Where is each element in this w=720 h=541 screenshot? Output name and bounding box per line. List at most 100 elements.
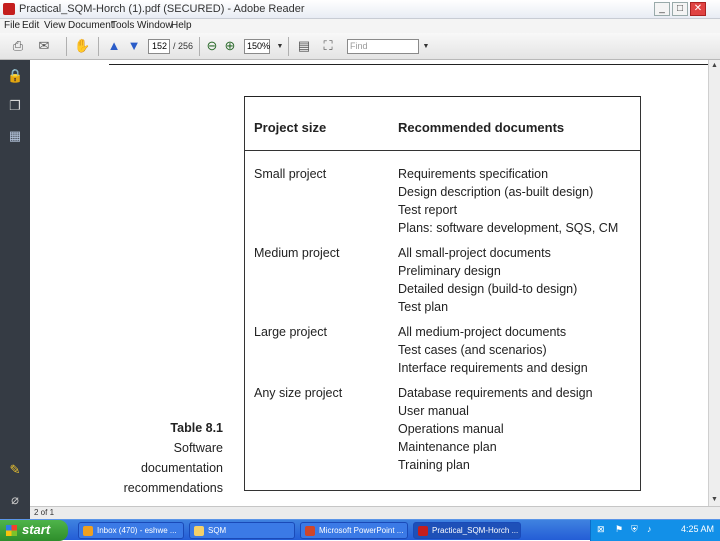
comments-icon[interactable]: ✎ bbox=[7, 462, 23, 478]
doc-item: Requirements specification bbox=[398, 167, 549, 181]
doc-item: Test cases (and scenarios) bbox=[398, 343, 547, 357]
header-recommended-documents: Recommended documents bbox=[398, 120, 565, 135]
caption-line: recommendations bbox=[123, 481, 223, 495]
table-caption: Table 8.1 Software documentation recomme… bbox=[100, 418, 223, 498]
page-top-rule bbox=[109, 64, 708, 65]
attachments-icon[interactable]: ▦ bbox=[7, 128, 23, 144]
window-title: Practical_SQM-Horch (1).pdf (SECURED) - … bbox=[19, 3, 305, 15]
system-tray: ⊠ ⚑ ⛨ ♪ 4:25 AM bbox=[590, 520, 720, 541]
print-icon[interactable]: ⎙ bbox=[10, 38, 26, 54]
navigation-pane: 🔒 ❐ ▦ ✎ ⌀ bbox=[0, 60, 30, 519]
scroll-up-icon[interactable]: ▲ bbox=[709, 60, 720, 72]
recommendations-table: Project size Recommended documents Small… bbox=[244, 96, 641, 491]
row-label-medium: Medium project bbox=[254, 246, 340, 260]
clock: 4:25 AM bbox=[681, 524, 715, 534]
doc-item: Training plan bbox=[398, 458, 470, 472]
menu-file[interactable]: File bbox=[4, 20, 20, 31]
taskbar-item-label: SQM bbox=[208, 526, 227, 535]
taskbar-item-pdf[interactable]: Practical_SQM-Horch ... bbox=[413, 522, 521, 539]
menu-tools[interactable]: Tools bbox=[111, 20, 134, 31]
row-docs-small: Requirements specification Design descri… bbox=[398, 165, 618, 237]
doc-item: Design description (as-built design) bbox=[398, 185, 594, 199]
next-page-icon[interactable]: ▼ bbox=[126, 38, 142, 54]
tray-security-icon[interactable]: ⛨ bbox=[631, 524, 638, 535]
fit-page-icon[interactable]: ▤ bbox=[296, 38, 312, 54]
menu-view[interactable]: View bbox=[44, 20, 66, 31]
doc-item: Database requirements and design bbox=[398, 386, 593, 400]
tray-volume-icon[interactable]: ♪ bbox=[647, 524, 652, 534]
previous-page-icon[interactable]: ▲ bbox=[106, 38, 122, 54]
page-info: 2 of 1 bbox=[34, 508, 55, 517]
doc-item: All small-project documents bbox=[398, 246, 551, 260]
taskbar: start Inbox (470) - eshwe ... SQM Micros… bbox=[0, 519, 720, 541]
full-screen-icon[interactable]: ⛶ bbox=[320, 38, 336, 54]
taskbar-item-label: Inbox (470) - eshwe ... bbox=[97, 526, 177, 535]
doc-item: Preliminary design bbox=[398, 264, 501, 278]
caption-line: Software bbox=[173, 441, 223, 455]
doc-item: Test plan bbox=[398, 300, 449, 314]
share-icon[interactable]: ✉ bbox=[36, 38, 52, 54]
header-project-size: Project size bbox=[254, 120, 327, 135]
title-bar: Practical_SQM-Horch (1).pdf (SECURED) - … bbox=[0, 0, 720, 19]
caption-number: Table 8.1 bbox=[170, 421, 223, 435]
doc-item: Operations manual bbox=[398, 422, 504, 436]
menu-document[interactable]: Document bbox=[68, 20, 114, 31]
pages-icon[interactable]: ❐ bbox=[7, 98, 23, 114]
document-viewport[interactable]: Project size Recommended documents Small… bbox=[30, 60, 708, 506]
doc-item: Maintenance plan bbox=[398, 440, 497, 454]
taskbar-item-label: Microsoft PowerPoint ... bbox=[319, 526, 404, 535]
browser-icon bbox=[83, 526, 93, 536]
zoom-in-icon[interactable]: ⊕ bbox=[222, 38, 238, 54]
minimize-button[interactable]: _ bbox=[654, 2, 670, 16]
folder-icon bbox=[194, 526, 204, 536]
vertical-scrollbar[interactable]: ▲ ▼ bbox=[708, 60, 720, 506]
doc-item: All medium-project documents bbox=[398, 325, 567, 339]
taskbar-item-powerpoint[interactable]: Microsoft PowerPoint ... bbox=[300, 522, 408, 539]
taskbar-item-inbox[interactable]: Inbox (470) - eshwe ... bbox=[78, 522, 184, 539]
security-lock-icon[interactable]: 🔒 bbox=[7, 68, 23, 84]
table-header: Project size Recommended documents bbox=[245, 97, 640, 151]
zoom-dropdown-icon[interactable]: ▼ bbox=[272, 39, 288, 55]
toolbar-divider bbox=[98, 37, 99, 56]
adobe-reader-icon bbox=[3, 3, 15, 15]
find-input[interactable]: Find bbox=[347, 39, 419, 54]
tray-app-icon[interactable]: ⊠ bbox=[597, 524, 605, 535]
maximize-button[interactable]: □ bbox=[672, 2, 688, 16]
paperclip-icon[interactable]: ⌀ bbox=[7, 492, 23, 508]
status-bar: 2 of 1 bbox=[30, 506, 720, 519]
toolbar: ⎙ ✉ ✋ ▲ ▼ 152 / 256 ⊖ ⊕ 150% ▼ ▤ ⛶ Find … bbox=[0, 33, 720, 60]
toolbar-divider bbox=[66, 37, 67, 56]
toolbar-divider bbox=[199, 37, 200, 56]
windows-logo-icon bbox=[6, 525, 17, 536]
start-button[interactable]: start bbox=[0, 520, 68, 541]
find-dropdown-icon[interactable]: ▼ bbox=[418, 39, 434, 55]
doc-item: User manual bbox=[398, 404, 469, 418]
doc-item: Test report bbox=[398, 203, 458, 217]
toolbar-divider bbox=[288, 37, 289, 56]
menu-window[interactable]: Window bbox=[137, 20, 173, 31]
tray-network-icon[interactable]: ⚑ bbox=[615, 524, 623, 535]
hand-tool-icon[interactable]: ✋ bbox=[74, 38, 90, 54]
menu-edit[interactable]: Edit bbox=[22, 20, 39, 31]
taskbar-item-label: Practical_SQM-Horch ... bbox=[432, 526, 519, 535]
close-button[interactable]: ✕ bbox=[690, 2, 706, 16]
pdf-icon bbox=[418, 526, 428, 536]
row-label-large: Large project bbox=[254, 325, 327, 339]
powerpoint-icon bbox=[305, 526, 315, 536]
page-total: / 256 bbox=[173, 41, 194, 51]
row-docs-medium: All small-project documents Preliminary … bbox=[398, 244, 577, 316]
caption-line: documentation bbox=[140, 461, 223, 475]
row-label-any: Any size project bbox=[254, 386, 343, 400]
menu-help[interactable]: Help bbox=[171, 20, 192, 31]
zoom-level-input[interactable]: 150% bbox=[244, 39, 270, 54]
scroll-down-icon[interactable]: ▼ bbox=[709, 494, 720, 506]
row-docs-any: Database requirements and design User ma… bbox=[398, 384, 593, 474]
doc-item: Plans: software development, SQS, CM bbox=[398, 221, 619, 235]
doc-item: Detailed design (build-to design) bbox=[398, 282, 578, 296]
start-label: start bbox=[22, 522, 51, 537]
page-number-input[interactable]: 152 bbox=[148, 39, 170, 54]
row-docs-large: All medium-project documents Test cases … bbox=[398, 323, 588, 377]
taskbar-item-sqm[interactable]: SQM bbox=[189, 522, 295, 539]
menu-bar: File Edit View Document Tools Window Hel… bbox=[0, 19, 720, 33]
zoom-out-icon[interactable]: ⊖ bbox=[204, 38, 220, 54]
